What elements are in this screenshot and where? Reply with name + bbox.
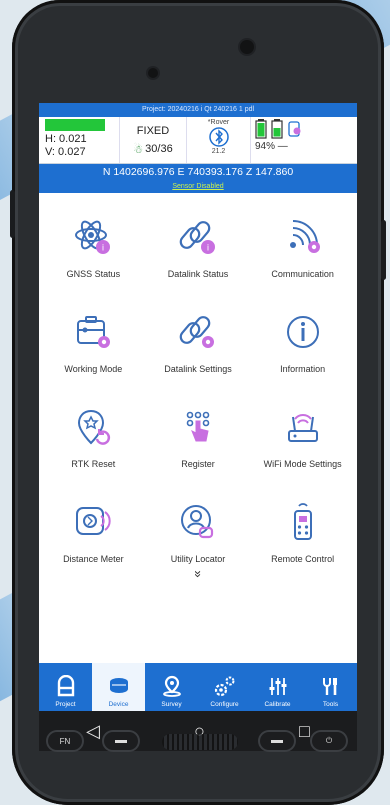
tile-label: Datalink Status [167, 269, 229, 279]
receiver-icon [288, 121, 301, 137]
tile-utility-locator[interactable]: Utility Locator [146, 478, 251, 573]
wifi-mode-icon [287, 414, 318, 442]
sensor-status[interactable]: Sensor Disabled [39, 181, 357, 193]
nav-configure[interactable]: Configure [198, 663, 251, 711]
speaker-grille [162, 734, 238, 750]
battery-suffix: — [277, 141, 288, 152]
hardware-key-row: FN ⏻ [42, 732, 354, 772]
tile-wifi-mode-settings[interactable]: WiFi Mode Settings [250, 383, 355, 478]
front-camera [148, 68, 158, 78]
precision-indicator [45, 119, 105, 131]
rtk-reset-icon [78, 409, 111, 445]
fix-status: FIXED [136, 124, 170, 137]
nav-project[interactable]: Project [39, 663, 92, 711]
device-icon [109, 678, 128, 693]
survey-icon [162, 675, 181, 697]
nav-tools[interactable]: Tools [304, 663, 357, 711]
coordinates-bar: N 1402696.976 E 740393.176 Z 147.860 [39, 164, 357, 181]
tile-label: Information [280, 364, 326, 374]
datalink-status-icon: i [179, 221, 215, 254]
bottom-nav: Project Device Survey Configure Calibrat… [39, 663, 357, 711]
nav-label: Tools [322, 701, 339, 708]
minus-key-right[interactable] [260, 732, 294, 750]
gnss-status-icon: i [75, 220, 111, 254]
tile-label: Working Mode [64, 364, 123, 374]
tile-remote-control[interactable]: Remote Control [250, 478, 355, 573]
information-icon [286, 316, 319, 348]
utility-locator-icon [180, 505, 214, 539]
tile-distance-meter[interactable]: Distance Meter [41, 478, 146, 573]
v-precision: V: 0.027 [45, 146, 86, 158]
distance-meter-icon [76, 507, 111, 535]
h-precision: H: 0.021 [45, 133, 87, 145]
sensor [240, 40, 254, 54]
tile-label: Remote Control [271, 554, 335, 564]
tile-datalink-settings[interactable]: Datalink Settings [146, 288, 251, 383]
app-screen: Project: 20240216 i Qt 240216 1 pdl H: 0… [39, 103, 357, 711]
calibrate-icon [269, 678, 286, 695]
battery-icon [255, 119, 267, 139]
nav-label: Survey [161, 701, 182, 708]
nav-label: Configure [210, 701, 239, 708]
tile-communication[interactable]: Communication [250, 193, 355, 288]
battery-panel: 94% — [251, 117, 357, 163]
device-menu-grid: i GNSS Status i Datalink Status Communic… [39, 193, 357, 573]
rover-label: *Rover [207, 119, 230, 126]
nav-label: Calibrate [264, 701, 291, 708]
datalink-settings-icon [179, 316, 214, 348]
nav-calibrate[interactable]: Calibrate [251, 663, 304, 711]
rover-panel: *Rover 21.2 [187, 117, 251, 163]
svg-text:i: i [102, 243, 104, 253]
fn-key[interactable]: FN [48, 732, 82, 750]
expand-more-icon[interactable]: » [191, 568, 206, 580]
bluetooth-icon [208, 127, 229, 147]
tile-label: Distance Meter [63, 554, 124, 564]
tile-label: Datalink Settings [164, 364, 232, 374]
tile-label: WiFi Mode Settings [263, 459, 342, 469]
tile-label: Utility Locator [170, 554, 226, 564]
tile-information[interactable]: Information [250, 288, 355, 383]
configure-icon [214, 676, 234, 697]
volume-button[interactable] [381, 220, 386, 280]
nav-survey[interactable]: Survey [145, 663, 198, 711]
status-row[interactable]: H: 0.021 V: 0.027 FIXED ☃ 30/36 *Rover 2… [39, 117, 357, 164]
tile-label: Register [181, 459, 215, 469]
tile-register[interactable]: Register [146, 383, 251, 478]
project-icon [57, 675, 74, 697]
link-value: 21.2 [211, 148, 226, 155]
precision-panel: H: 0.021 V: 0.027 [39, 117, 119, 163]
tile-rtk-reset[interactable]: RTK Reset [41, 383, 146, 478]
tools-icon [322, 678, 337, 695]
side-button[interactable] [10, 190, 15, 238]
minus-key-left[interactable] [104, 732, 138, 750]
remote-control-icon [293, 503, 312, 540]
battery-percent: 94% [255, 141, 276, 152]
tile-label: RTK Reset [71, 459, 116, 469]
satellite-icon: ☃ [133, 143, 144, 156]
tile-label: GNSS Status [66, 269, 121, 279]
device-battery-icon [271, 119, 283, 139]
fix-panel: FIXED ☃ 30/36 [119, 117, 187, 163]
power-key[interactable]: ⏻ [312, 732, 346, 750]
working-mode-icon [77, 316, 111, 348]
svg-text:i: i [207, 243, 209, 253]
nav-device[interactable]: Device [92, 663, 145, 711]
nav-label: Device [108, 701, 129, 708]
tile-gnss-status[interactable]: i GNSS Status [41, 193, 146, 288]
tile-working-mode[interactable]: Working Mode [41, 288, 146, 383]
nav-label: Project [55, 701, 76, 708]
communication-icon [289, 220, 320, 253]
register-icon [186, 411, 210, 442]
project-bar: Project: 20240216 i Qt 240216 1 pdl [39, 103, 357, 117]
tile-label: Communication [271, 269, 334, 279]
tile-datalink-status[interactable]: i Datalink Status [146, 193, 251, 288]
satellite-count: 30/36 [145, 143, 173, 155]
